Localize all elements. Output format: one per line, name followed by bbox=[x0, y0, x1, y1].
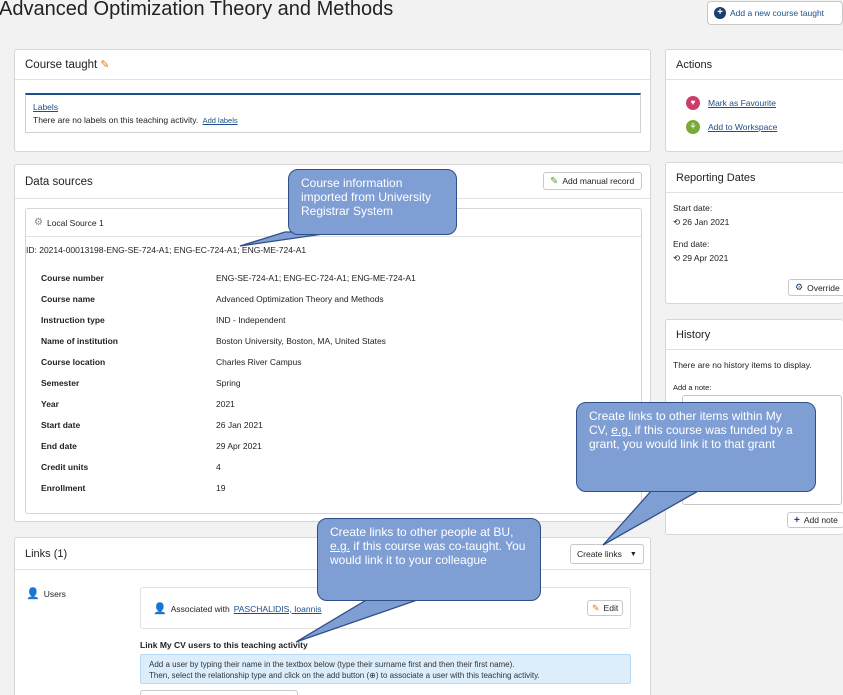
field-value: 2021 bbox=[216, 399, 235, 409]
end-date-label: End date: bbox=[673, 239, 710, 249]
source-id-text: ID: 20214-00013198-ENG-SE-724-A1; ENG-EC… bbox=[26, 245, 307, 255]
heart-icon: ♥ bbox=[686, 96, 700, 110]
page-title: Advanced Optimization Theory and Methods bbox=[0, 0, 394, 20]
pencil-icon: ✎ bbox=[592, 602, 600, 613]
associated-user: 👤 Associated with PASCHALIDIS, Ioannis bbox=[153, 603, 322, 615]
labels-link[interactable]: Labels bbox=[33, 102, 58, 112]
callout-people: Create links to other people at BU, e.g.… bbox=[317, 518, 541, 601]
note-label: Add a note: bbox=[673, 383, 712, 392]
users-label: 👤 Users bbox=[26, 588, 66, 600]
field-value: Spring bbox=[216, 378, 241, 388]
field-label: Instruction type bbox=[41, 315, 105, 325]
history-header: History bbox=[666, 320, 843, 350]
field-value: 19 bbox=[216, 483, 226, 493]
history-clock-icon: ⟲ bbox=[673, 217, 681, 227]
link-users-title: Link My CV users to this teaching activi… bbox=[140, 640, 308, 650]
field-label: Name of institution bbox=[41, 336, 118, 346]
field-value: 26 Jan 2021 bbox=[216, 420, 263, 430]
field-label: Course number bbox=[41, 273, 104, 283]
history-empty-text: There are no history items to display. bbox=[673, 360, 812, 370]
field-value: ENG-SE-724-A1; ENG-EC-724-A1; ENG-ME-724… bbox=[216, 273, 416, 283]
gear-icon: ⚙ bbox=[795, 282, 804, 292]
user-search-input[interactable] bbox=[140, 690, 298, 695]
info-box: Add a user by typing their name in the t… bbox=[140, 654, 631, 684]
pencil-icon[interactable]: ✎ bbox=[100, 58, 109, 71]
course-taught-card: Course taught ✎ Labels There are no labe… bbox=[14, 49, 651, 152]
reporting-dates-header: Reporting Dates bbox=[666, 163, 843, 193]
workspace-action[interactable]: ⚘ Add to Workspace bbox=[686, 120, 777, 134]
end-date-value: ⟲ 29 Apr 2021 bbox=[673, 253, 729, 263]
plus-circle-icon: + bbox=[714, 7, 726, 19]
user-icon: 👤 bbox=[153, 603, 167, 615]
field-label: Semester bbox=[41, 378, 80, 388]
edit-link-button[interactable]: ✎ Edit bbox=[587, 600, 623, 616]
field-label: Start date bbox=[41, 420, 81, 430]
field-label: Enrollment bbox=[41, 483, 86, 493]
add-course-button[interactable]: + Add a new course taught bbox=[707, 1, 843, 25]
field-value: Charles River Campus bbox=[216, 357, 302, 367]
field-label: Year bbox=[41, 399, 59, 409]
field-label: Course name bbox=[41, 294, 95, 304]
callout-cv-links: Create links to other items within My CV… bbox=[576, 402, 816, 492]
override-button[interactable]: ⚙ Override bbox=[788, 279, 843, 296]
field-label: End date bbox=[41, 441, 77, 451]
create-links-button[interactable]: Create links ▼ bbox=[570, 544, 644, 564]
history-clock-icon: ⟲ bbox=[673, 253, 681, 263]
field-label: Course location bbox=[41, 357, 106, 367]
add-manual-record-button[interactable]: ✎ Add manual record bbox=[543, 172, 642, 190]
course-taught-header: Course taught ✎ bbox=[15, 50, 650, 80]
caret-down-icon: ▼ bbox=[629, 550, 637, 558]
no-labels-text: There are no labels on this teaching act… bbox=[33, 115, 238, 125]
user-icon: 👤 bbox=[26, 588, 40, 600]
actions-card: Actions ♥ Mark as Favourite ⚘ Add to Wor… bbox=[665, 49, 843, 152]
add-note-button[interactable]: + Add note bbox=[787, 512, 843, 528]
field-value: 29 Apr 2021 bbox=[216, 441, 262, 451]
edit-note-icon: ✎ bbox=[550, 175, 559, 187]
start-date-label: Start date: bbox=[673, 203, 713, 213]
add-labels-link[interactable]: Add labels bbox=[203, 116, 238, 125]
labels-box: Labels There are no labels on this teach… bbox=[25, 93, 641, 133]
start-date-value: ⟲ 26 Jan 2021 bbox=[673, 217, 730, 227]
field-value: 4 bbox=[216, 462, 221, 472]
associated-user-link[interactable]: PASCHALIDIS, Ioannis bbox=[234, 604, 322, 614]
plus-icon: + bbox=[794, 514, 800, 526]
callout-course-info: Course information imported from Univers… bbox=[288, 169, 457, 235]
workspace-icon: ⚘ bbox=[686, 120, 700, 134]
field-value: Boston University, Boston, MA, United St… bbox=[216, 336, 386, 346]
field-label: Credit units bbox=[41, 462, 89, 472]
reporting-dates-card: Reporting Dates Start date: ⟲ 26 Jan 202… bbox=[665, 162, 843, 304]
field-value: IND - Independent bbox=[216, 315, 286, 325]
favourite-action[interactable]: ♥ Mark as Favourite bbox=[686, 96, 776, 110]
gear-icon: ⚙ bbox=[34, 217, 43, 228]
field-value: Advanced Optimization Theory and Methods bbox=[216, 294, 384, 304]
actions-header: Actions bbox=[666, 50, 843, 80]
